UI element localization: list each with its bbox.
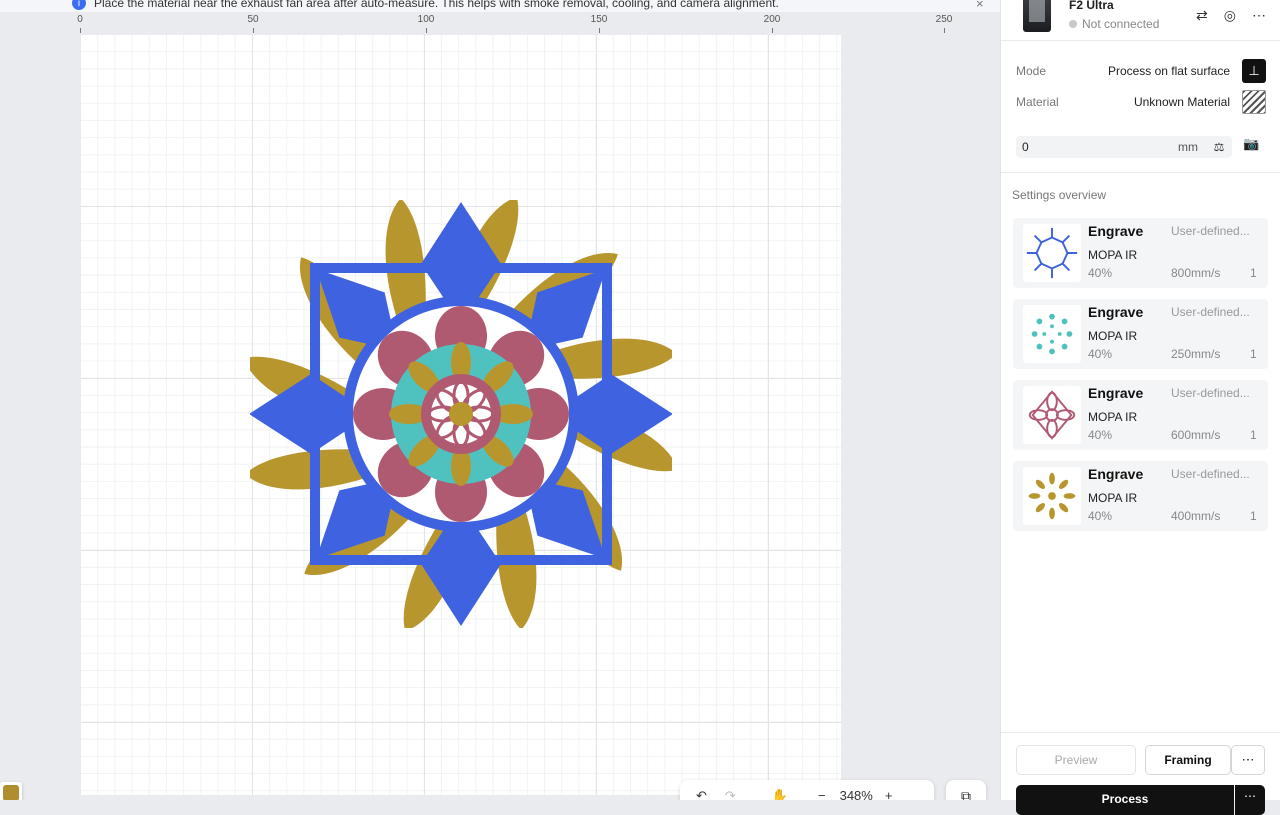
color-swatch[interactable] <box>0 782 22 800</box>
status-dot <box>1069 20 1077 28</box>
connection-status: Not connected <box>1069 17 1159 31</box>
gold-swatch <box>3 785 19 800</box>
ruler-tick <box>426 28 427 33</box>
layer-preset[interactable]: User-defined... <box>1171 386 1261 400</box>
layers-icon: ⧉ <box>961 788 971 800</box>
ruler-label: 0 <box>77 14 83 25</box>
ruler-label: 100 <box>417 14 435 25</box>
device-header: F2 Ultra Not connected ⇄ ◎ ⋯ <box>1001 0 1280 41</box>
layer-power: 40% <box>1088 428 1113 442</box>
more-icon[interactable]: ⋯ <box>1252 7 1266 24</box>
notice-text: Place the material near the exhaust fan … <box>94 0 779 10</box>
right-panel: F2 Ultra Not connected ⇄ ◎ ⋯ Mode Proces… <box>1000 0 1280 815</box>
divider <box>1001 172 1280 173</box>
ruler-tick <box>599 28 600 33</box>
material-row[interactable]: Material Unknown Material <box>1016 90 1266 114</box>
layer-preset[interactable]: User-defined... <box>1171 224 1261 238</box>
switch-device-icon[interactable]: ⇄ <box>1196 7 1208 24</box>
ruler-tick <box>944 28 945 33</box>
info-icon: i <box>72 0 86 10</box>
preview-button[interactable]: Preview <box>1016 745 1136 775</box>
action-bar: Preview Framing ⋯ Process ⋯ <box>1001 732 1280 815</box>
layer-preset[interactable]: User-defined... <box>1171 467 1261 481</box>
redo-icon[interactable]: ↷ <box>725 788 736 800</box>
layer-title: Engrave <box>1088 304 1144 320</box>
material-label: Material <box>1016 95 1059 109</box>
layer-laser: MOPA IR <box>1088 491 1138 505</box>
layer-pass: 1 <box>1250 428 1257 442</box>
layer-speed: 400mm/s <box>1171 509 1221 523</box>
hand-icon[interactable]: ✋ <box>772 788 788 800</box>
layer-pass: 1 <box>1250 266 1257 280</box>
layer-speed: 600mm/s <box>1171 428 1221 442</box>
layer-preview-teal <box>1023 305 1081 363</box>
framing-button[interactable]: Framing <box>1145 745 1231 775</box>
close-icon[interactable]: × <box>976 0 984 11</box>
device-thumbnail <box>1023 0 1051 32</box>
ruler-label: 50 <box>247 14 259 25</box>
status-text: Not connected <box>1082 17 1160 31</box>
process-options-button[interactable]: ⋯ <box>1235 785 1265 815</box>
layer-title: Engrave <box>1088 385 1144 401</box>
layer-title: Engrave <box>1088 223 1144 239</box>
device-actions: ⇄ ◎ ⋯ <box>1196 7 1266 24</box>
settings-overview-title: Settings overview <box>1012 188 1107 202</box>
layer-power: 40% <box>1088 347 1113 361</box>
mode-row[interactable]: Mode Process on flat surface ⊥ <box>1016 59 1266 83</box>
auto-measure-icon[interactable]: ⚖ <box>1206 140 1232 154</box>
layer-power: 40% <box>1088 509 1113 523</box>
ruler-tick <box>772 28 773 33</box>
mandala-design[interactable] <box>250 200 672 628</box>
process-button[interactable]: Process <box>1016 785 1234 815</box>
layer-card-rose[interactable]: Engrave User-defined... MOPA IR 40% 600m… <box>1013 380 1268 450</box>
layer-preview-gold <box>1023 467 1081 525</box>
material-icon[interactable] <box>1242 90 1266 114</box>
flat-surface-icon[interactable]: ⊥ <box>1242 59 1266 83</box>
ruler-tick <box>253 28 254 33</box>
layer-laser: MOPA IR <box>1088 248 1138 262</box>
layer-laser: MOPA IR <box>1088 329 1138 343</box>
layer-card-teal[interactable]: Engrave User-defined... MOPA IR 40% 250m… <box>1013 299 1268 369</box>
layers-button[interactable]: ⧉ <box>946 780 986 800</box>
material-value[interactable]: Unknown Material <box>1096 95 1230 109</box>
layer-speed: 250mm/s <box>1171 347 1221 361</box>
zoom-in-button[interactable]: + <box>885 788 893 800</box>
ruler-label: 200 <box>763 14 781 25</box>
layer-power: 40% <box>1088 266 1113 280</box>
layer-laser: MOPA IR <box>1088 410 1138 424</box>
more-actions-button[interactable]: ⋯ <box>1231 745 1265 775</box>
mode-value[interactable]: Process on flat surface <box>1096 64 1230 78</box>
layer-preview-blue <box>1023 224 1081 282</box>
ruler-label: 250 <box>935 14 953 25</box>
layer-card-blue[interactable]: Engrave User-defined... MOPA IR 40% 800m… <box>1013 218 1268 288</box>
horizontal-ruler: 0 50 100 150 200 250 <box>77 12 960 33</box>
height-value[interactable]: 0 <box>1016 140 1178 154</box>
ruler-label: 150 <box>590 14 608 25</box>
canvas-toolbar: ↶ ↷ ✋ − 348% + <box>680 780 934 800</box>
layer-card-gold[interactable]: Engrave User-defined... MOPA IR 40% 400m… <box>1013 461 1268 531</box>
layer-pass: 1 <box>1250 509 1257 523</box>
layer-preset[interactable]: User-defined... <box>1171 305 1261 319</box>
mode-label: Mode <box>1016 64 1047 78</box>
height-input[interactable]: 0 mm ⚖ <box>1016 136 1232 158</box>
zoom-level[interactable]: 348% <box>840 788 873 800</box>
ruler-tick <box>80 28 81 33</box>
mandala-teal-layer <box>389 342 533 486</box>
undo-icon[interactable]: ↶ <box>696 788 707 800</box>
layer-preview-rose <box>1023 386 1081 444</box>
device-name[interactable]: F2 Ultra <box>1069 0 1114 12</box>
layer-pass: 1 <box>1250 347 1257 361</box>
height-unit: mm <box>1178 140 1198 154</box>
device-settings-icon[interactable]: ◎ <box>1224 7 1236 24</box>
camera-icon[interactable]: 📷 <box>1243 136 1259 152</box>
layer-speed: 800mm/s <box>1171 266 1221 280</box>
canvas-area[interactable]: i Place the material near the exhaust fa… <box>0 0 1000 800</box>
layer-title: Engrave <box>1088 466 1144 482</box>
notice-bar: i Place the material near the exhaust fa… <box>0 0 1000 12</box>
zoom-out-button[interactable]: − <box>818 788 826 800</box>
